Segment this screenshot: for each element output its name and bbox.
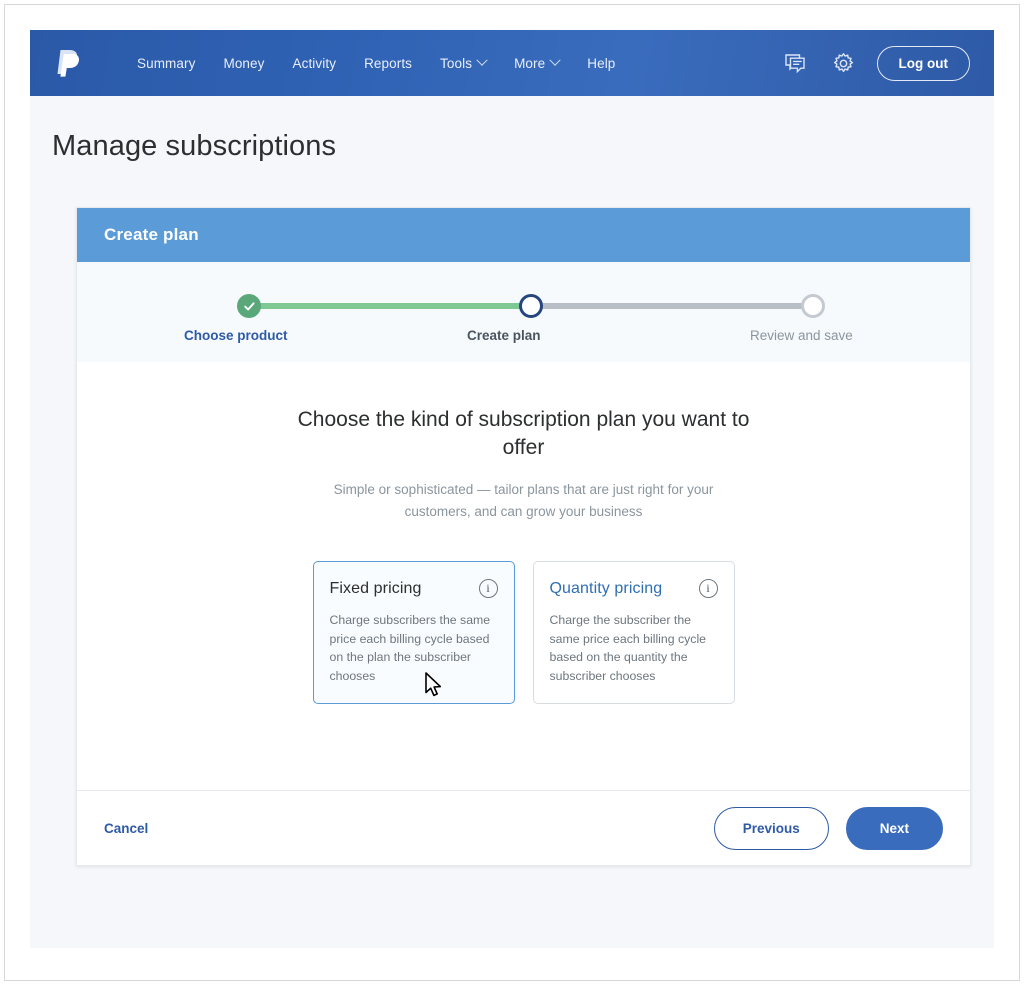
nav-label: Tools xyxy=(440,55,473,71)
next-button[interactable]: Next xyxy=(845,806,943,850)
stepper-label-review-and-save: Review and save xyxy=(750,328,853,343)
stepper-node-review-and-save[interactable] xyxy=(801,294,825,318)
pricing-option-list: Fixed pricing i Charge subscribers the s… xyxy=(77,561,970,704)
nav-label: Help xyxy=(587,55,616,71)
stepper-label-choose-product: Choose product xyxy=(184,328,288,343)
card-body: Choose the kind of subscription plan you… xyxy=(77,362,970,790)
info-circle-icon[interactable]: i xyxy=(698,579,718,598)
nav-item-more[interactable]: More xyxy=(500,50,573,77)
nav-label: Reports xyxy=(364,55,413,71)
footer-actions: Previous Next xyxy=(713,806,943,850)
option-card-header: Quantity pricing i xyxy=(550,579,718,598)
create-plan-card: Create plan Choose product Create plan R… xyxy=(76,207,971,866)
logout-button[interactable]: Log out xyxy=(876,45,970,81)
paypal-logo-icon[interactable] xyxy=(53,46,83,80)
nav-item-activity[interactable]: Activity xyxy=(279,50,351,77)
nav-item-tools[interactable]: Tools xyxy=(426,50,500,77)
nav-label: Summary xyxy=(137,55,196,71)
option-title: Fixed pricing xyxy=(329,579,422,597)
gear-icon[interactable] xyxy=(829,48,859,78)
nav-label: Activity xyxy=(292,55,337,71)
stepper-band: Choose product Create plan Review and sa… xyxy=(77,262,970,362)
stepper-track-completed xyxy=(243,303,525,309)
previous-button[interactable]: Previous xyxy=(713,806,829,850)
global-navigation-bar: Summary Money Activity Reports Tools Mor… xyxy=(30,30,994,96)
browser-viewport: Summary Money Activity Reports Tools Mor… xyxy=(0,0,1024,985)
chat-bubble-icon[interactable] xyxy=(781,48,811,78)
nav-item-money[interactable]: Money xyxy=(209,50,278,77)
option-title: Quantity pricing xyxy=(549,579,663,597)
card-footer: Cancel Previous Next xyxy=(77,790,970,865)
nav-links: Summary Money Activity Reports Tools Mor… xyxy=(123,50,629,77)
progress-stepper: Choose product Create plan Review and sa… xyxy=(184,294,853,343)
option-card-quantity-pricing[interactable]: Quantity pricing i Charge the subscriber… xyxy=(532,561,735,704)
body-heading: Choose the kind of subscription plan you… xyxy=(297,408,750,459)
stepper-label-create-plan: Create plan xyxy=(467,328,541,343)
nav-label: More xyxy=(514,55,546,71)
nav-actions: Log out xyxy=(781,45,970,81)
option-card-fixed-pricing[interactable]: Fixed pricing i Charge subscribers the s… xyxy=(312,561,515,704)
info-circle-icon[interactable]: i xyxy=(478,579,498,598)
option-description: Charge the subscriber the same price eac… xyxy=(549,613,707,683)
body-subheading: Simple or sophisticated — tailor plans t… xyxy=(333,482,714,519)
nav-item-help[interactable]: Help xyxy=(573,50,629,77)
stepper-track-upcoming xyxy=(527,303,817,309)
page-title: Manage subscriptions xyxy=(52,130,337,162)
nav-item-summary[interactable]: Summary xyxy=(123,50,209,77)
stepper-node-create-plan[interactable] xyxy=(519,294,543,318)
stepper-node-choose-product[interactable] xyxy=(237,294,261,318)
nav-item-reports[interactable]: Reports xyxy=(350,50,426,77)
option-card-header: Fixed pricing i xyxy=(330,579,498,598)
card-header-title: Create plan xyxy=(104,225,199,244)
check-icon xyxy=(243,301,255,310)
option-description: Charge subscribers the same price each b… xyxy=(329,613,491,683)
chevron-down-icon xyxy=(476,54,488,66)
page-content: Summary Money Activity Reports Tools Mor… xyxy=(30,30,994,948)
nav-label: Money xyxy=(223,55,265,71)
card-header: Create plan xyxy=(77,208,970,262)
cancel-button[interactable]: Cancel xyxy=(104,821,148,836)
chevron-down-icon xyxy=(549,54,561,66)
